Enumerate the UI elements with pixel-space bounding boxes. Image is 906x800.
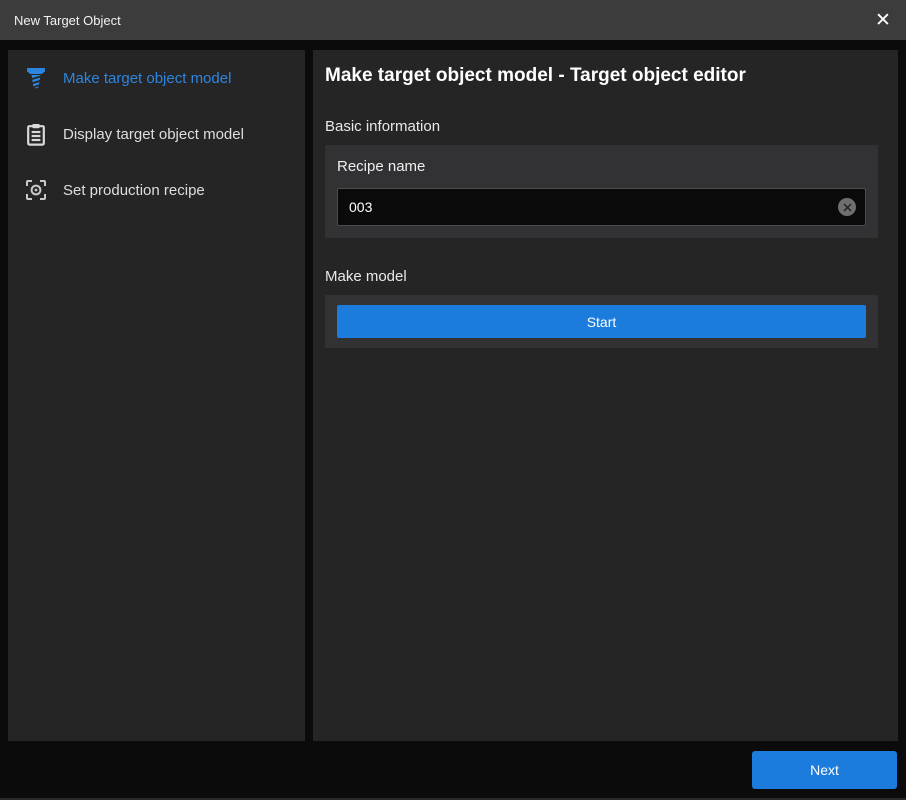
page-title: Make target object model - Target object… — [325, 62, 878, 87]
close-icon[interactable]: ✕ — [860, 0, 906, 40]
new-target-object-dialog: { "window": { "title": "New Target Objec… — [0, 0, 906, 800]
sidebar-item-label: Set production recipe — [63, 182, 205, 199]
sidebar-item-label: Make target object model — [63, 70, 231, 87]
start-button[interactable]: Start — [337, 305, 866, 338]
sidebar-item-make-target-object-model[interactable]: Make target object model — [8, 50, 305, 106]
window-title: New Target Object — [14, 13, 121, 28]
viewfinder-icon — [25, 178, 47, 202]
recipe-name-input-wrap — [337, 188, 866, 226]
dialog-body: Make target object model Display target … — [8, 50, 898, 741]
make-model-heading: Make model — [325, 268, 878, 285]
screw-icon — [25, 66, 47, 90]
recipe-name-label: Recipe name — [337, 158, 866, 175]
basic-information-heading: Basic information — [325, 118, 878, 135]
clear-input-icon[interactable] — [838, 198, 856, 216]
sidebar-item-set-production-recipe[interactable]: Set production recipe — [8, 162, 305, 218]
clipboard-icon — [25, 122, 47, 146]
titlebar: New Target Object ✕ — [0, 0, 906, 40]
dialog-footer: Next — [0, 741, 906, 798]
step-sidebar: Make target object model Display target … — [8, 50, 305, 741]
make-model-card: Start — [325, 295, 878, 348]
basic-information-card: Recipe name — [325, 145, 878, 238]
sidebar-item-label: Display target object model — [63, 126, 244, 143]
recipe-name-input[interactable] — [337, 188, 866, 226]
sidebar-item-display-target-object-model[interactable]: Display target object model — [8, 106, 305, 162]
next-button[interactable]: Next — [752, 751, 897, 789]
main-panel: Make target object model - Target object… — [313, 50, 898, 741]
